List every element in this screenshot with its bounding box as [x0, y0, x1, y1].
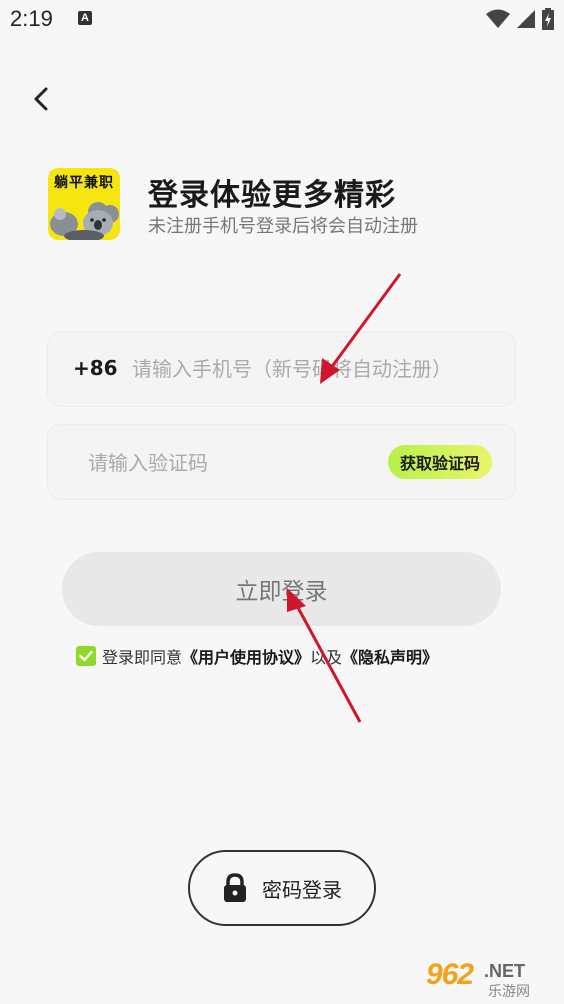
user-agreement-link[interactable]: 《用户使用协议》 [182, 644, 310, 668]
get-code-button[interactable]: 获取验证码 [387, 445, 492, 479]
status-time: 2:19 [10, 6, 53, 31]
battery-icon [542, 8, 554, 30]
agreement-joiner: 以及 [310, 648, 343, 667]
status-icons [486, 8, 554, 30]
back-button[interactable] [26, 82, 56, 116]
koala-icon [50, 202, 119, 240]
checkmark-icon [79, 650, 93, 662]
phone-input[interactable] [130, 350, 504, 388]
page-subtitle: 未注册手机号登录后将会自动注册 [148, 216, 418, 237]
password-login-label: 密码登录 [262, 877, 342, 902]
wifi-icon [486, 9, 510, 28]
chevron-left-icon [34, 87, 48, 111]
watermark-sub: 乐游网 [488, 984, 530, 1000]
login-button[interactable]: 立即登录 [62, 552, 501, 626]
phone-field[interactable]: +86 [47, 331, 516, 407]
signal-icon [517, 10, 535, 28]
agreement-prefix: 登录即同意 [102, 648, 183, 667]
page-title: 登录体验更多精彩 [148, 178, 396, 213]
lock-icon [224, 873, 246, 902]
watermark: 962 .NET 乐游网 [426, 958, 556, 1000]
notification-icon: A [78, 11, 92, 25]
watermark-domain: .NET [484, 961, 526, 981]
agreement-row: 登录即同意 《用户使用协议》 以及 《隐私声明》 [76, 644, 438, 668]
verification-code-field[interactable]: 获取验证码 [47, 424, 516, 500]
verification-code-input[interactable] [86, 444, 350, 482]
agreement-checkbox[interactable] [76, 646, 96, 666]
watermark-brand: 962 [426, 958, 474, 991]
country-code[interactable]: +86 [73, 356, 118, 380]
app-logo: 躺平兼职 [48, 168, 120, 240]
privacy-link[interactable]: 《隐私声明》 [342, 644, 438, 668]
password-login-button[interactable]: 密码登录 [188, 850, 376, 926]
